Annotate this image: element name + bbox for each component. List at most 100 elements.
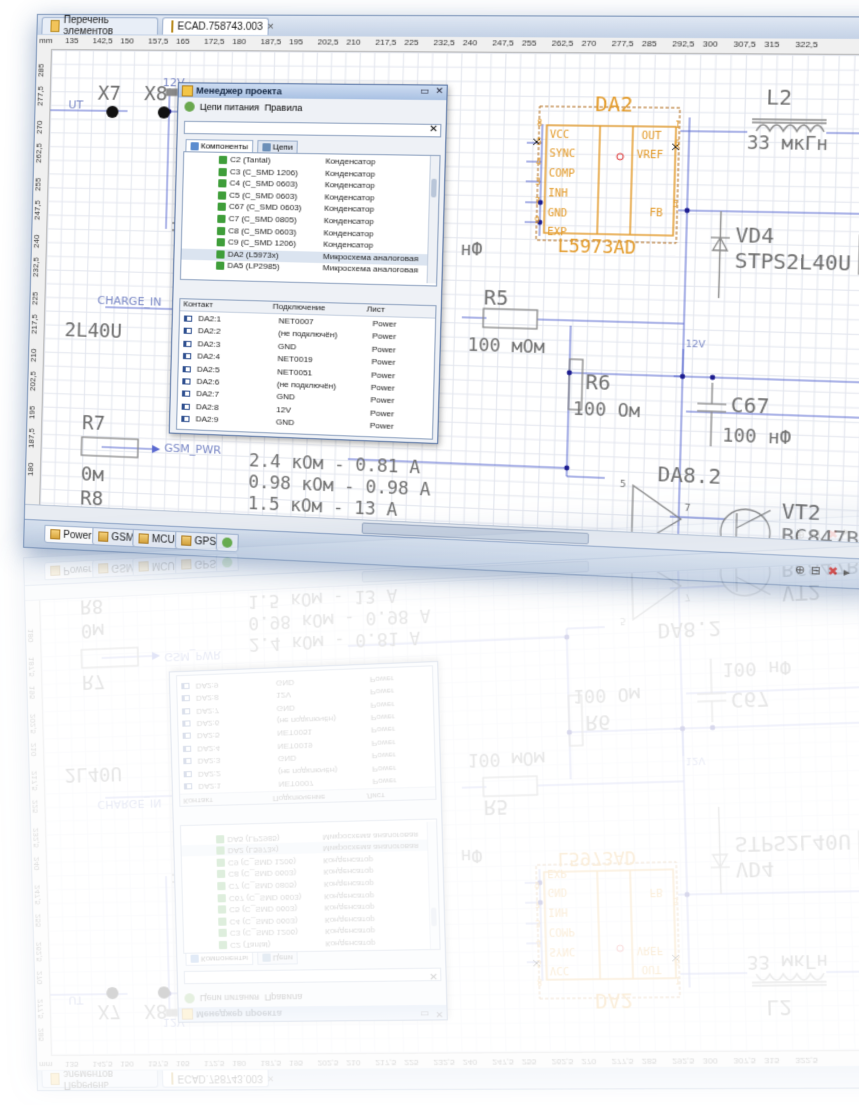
layout-icon[interactable]: ⊟ xyxy=(811,563,822,577)
ruler-tick-label: 240 xyxy=(463,38,478,47)
clear-icon[interactable]: ✕ xyxy=(429,124,438,136)
ruler-tick-label: 187,5 xyxy=(260,1059,281,1068)
ruler-tick-label: 277,5 xyxy=(36,999,45,1019)
ruler-tick-label: 247,5 xyxy=(33,200,42,220)
sheet-cell: Power xyxy=(370,421,394,431)
net-charge-in-label: CHARGE_IN xyxy=(97,294,162,309)
component-type: Конденсатор xyxy=(324,903,374,913)
component-icon xyxy=(219,941,227,949)
pin-icon xyxy=(183,758,191,764)
net-cell: (не подключён) xyxy=(278,765,337,776)
rules-button: Правила xyxy=(264,992,302,1003)
ruler-tick-label: 307,5 xyxy=(733,1056,756,1066)
rules-button[interactable]: Правила xyxy=(264,102,302,113)
panel-title-bar[interactable]: Менеджер проекта ▭ ✕ xyxy=(179,83,447,100)
tab-nets: Цепи xyxy=(257,952,298,965)
r5-value-label: 100 мОм xyxy=(467,335,545,358)
table-row: DA2:4NET0019Power xyxy=(179,734,434,754)
da2-pin-num: 1 xyxy=(675,975,681,985)
net-cell: GND xyxy=(278,342,297,352)
da2-pin-num: 6 xyxy=(674,139,680,149)
delete-icon[interactable]: ✖ xyxy=(828,564,839,578)
connector-x7-label: X7 xyxy=(98,83,122,105)
sheet-tab-mcu[interactable]: MCU xyxy=(132,529,181,550)
column-header-pin: Контакт xyxy=(183,796,213,806)
tab-label: Компоненты xyxy=(201,141,249,151)
panel-tabs: Компоненты Цепи xyxy=(183,950,439,966)
tab-nets[interactable]: Цепи xyxy=(257,140,298,153)
zoom-icon[interactable]: ⊕ xyxy=(795,563,806,577)
da2-ref-label: DA2 xyxy=(595,93,633,117)
refresh-icon[interactable] xyxy=(184,102,194,112)
component-icon xyxy=(218,179,226,187)
ruler-tick-label: 292,5 xyxy=(672,39,694,49)
vertical-scrollbar[interactable] xyxy=(427,156,440,284)
ruler-tick-label: 270 xyxy=(581,39,596,49)
da2-pin-num: 5 xyxy=(673,896,679,906)
ruler-tick-label: 202,5 xyxy=(318,37,339,46)
ruler-tick-label: 187,5 xyxy=(260,37,281,46)
close-icon[interactable]: ✕ xyxy=(435,87,443,97)
tab-components[interactable]: Компоненты xyxy=(185,139,253,152)
doc-tab-bom[interactable]: Перечень элементов xyxy=(41,17,158,35)
ruler-tick-label: 217,5 xyxy=(30,771,39,791)
search-input[interactable]: ✕ xyxy=(184,121,442,138)
panel-title: Менеджер проекта xyxy=(196,85,282,96)
ruler-tick-label: 157,5 xyxy=(148,1059,169,1068)
net-charge-in-label: CHARGE_IN xyxy=(97,796,162,811)
net-cell: GND xyxy=(278,754,297,764)
component-type: Конденсатор xyxy=(324,879,374,889)
pin-icon xyxy=(183,746,191,752)
component-list[interactable]: C2 (Tantal)КонденсаторC3 (C_SMD 1206)Кон… xyxy=(180,151,441,286)
sheet-tab-label: Power xyxy=(63,529,92,541)
diode-part-fragment: 2L40U xyxy=(64,762,122,786)
ruler-tick-label: 270 xyxy=(35,971,44,984)
da2-pin-exp: EXP xyxy=(547,227,567,239)
da2-pin-out: OUT xyxy=(641,963,661,975)
sheet-cell: Power xyxy=(372,763,396,773)
da2-pin-comp: COMP xyxy=(549,925,576,937)
pin-cell: DA2:2 xyxy=(198,769,221,779)
horizontal-ruler: mm 135142,5150157,5165172,5180187,519520… xyxy=(37,1050,859,1070)
component-icon xyxy=(216,262,224,270)
ruler-tick-label: 285 xyxy=(642,39,657,49)
add-sheet-button[interactable] xyxy=(216,533,239,552)
column-header-connection: Подключение xyxy=(273,793,326,804)
l2-value-label: 33 мкГн xyxy=(747,133,828,155)
ruler-tick-label: 262,5 xyxy=(34,142,43,162)
column-header-connection[interactable]: Подключение xyxy=(273,302,326,313)
minimize-icon[interactable]: ▭ xyxy=(420,86,429,96)
da2-pin-num: 4 xyxy=(536,157,541,166)
component-icon xyxy=(218,168,226,176)
l2-value-label: 33 мкГн xyxy=(747,950,828,972)
ruler-tick-label: 232,5 xyxy=(31,256,40,276)
close-icon[interactable]: × xyxy=(267,21,274,33)
ruler-tick-label: 262,5 xyxy=(552,1057,574,1067)
sheet-tab-power[interactable]: Power xyxy=(44,525,98,546)
component-type: Конденсатор xyxy=(323,867,373,877)
document-icon xyxy=(50,20,59,32)
sheet-cell: Power xyxy=(372,344,396,354)
net-12v-label-2: 12V xyxy=(685,754,705,765)
component-icon xyxy=(216,835,224,843)
da2-pin-comp: COMP xyxy=(549,168,576,180)
da2-part-label: L5973AD xyxy=(557,846,636,869)
r7-ref-label: R7 xyxy=(82,412,106,435)
component-type: Микросхема аналоговая xyxy=(323,842,419,854)
column-header-sheet[interactable]: Лист xyxy=(366,304,385,314)
da2-pin-num: 8 xyxy=(537,977,542,986)
sheet-cell: Power xyxy=(372,319,396,329)
clear-icon: ✕ xyxy=(429,970,438,982)
ruler-tick-label: 210 xyxy=(29,743,38,757)
cap-value-fragment: нФ xyxy=(460,239,482,260)
ruler-tick-label: 270 xyxy=(581,1057,596,1067)
doc-tab-schematic[interactable]: ECAD.758743.003 × xyxy=(162,17,269,35)
next-sheet-icon[interactable]: ▸ xyxy=(843,565,850,579)
net-gsm-pwr-label: GSM_PWR xyxy=(164,441,221,456)
net-ut-label: UT xyxy=(68,993,83,1006)
scrollbar-thumb[interactable] xyxy=(431,179,437,198)
component-icon xyxy=(217,870,225,878)
schematic-canvas[interactable]: X7 X8 12V UT DA2 L5973AD VCC SYNC COMP I… xyxy=(40,50,859,561)
power-nets-button[interactable]: Цепи питания xyxy=(200,102,260,113)
column-header-pin[interactable]: Контакт xyxy=(183,299,213,309)
